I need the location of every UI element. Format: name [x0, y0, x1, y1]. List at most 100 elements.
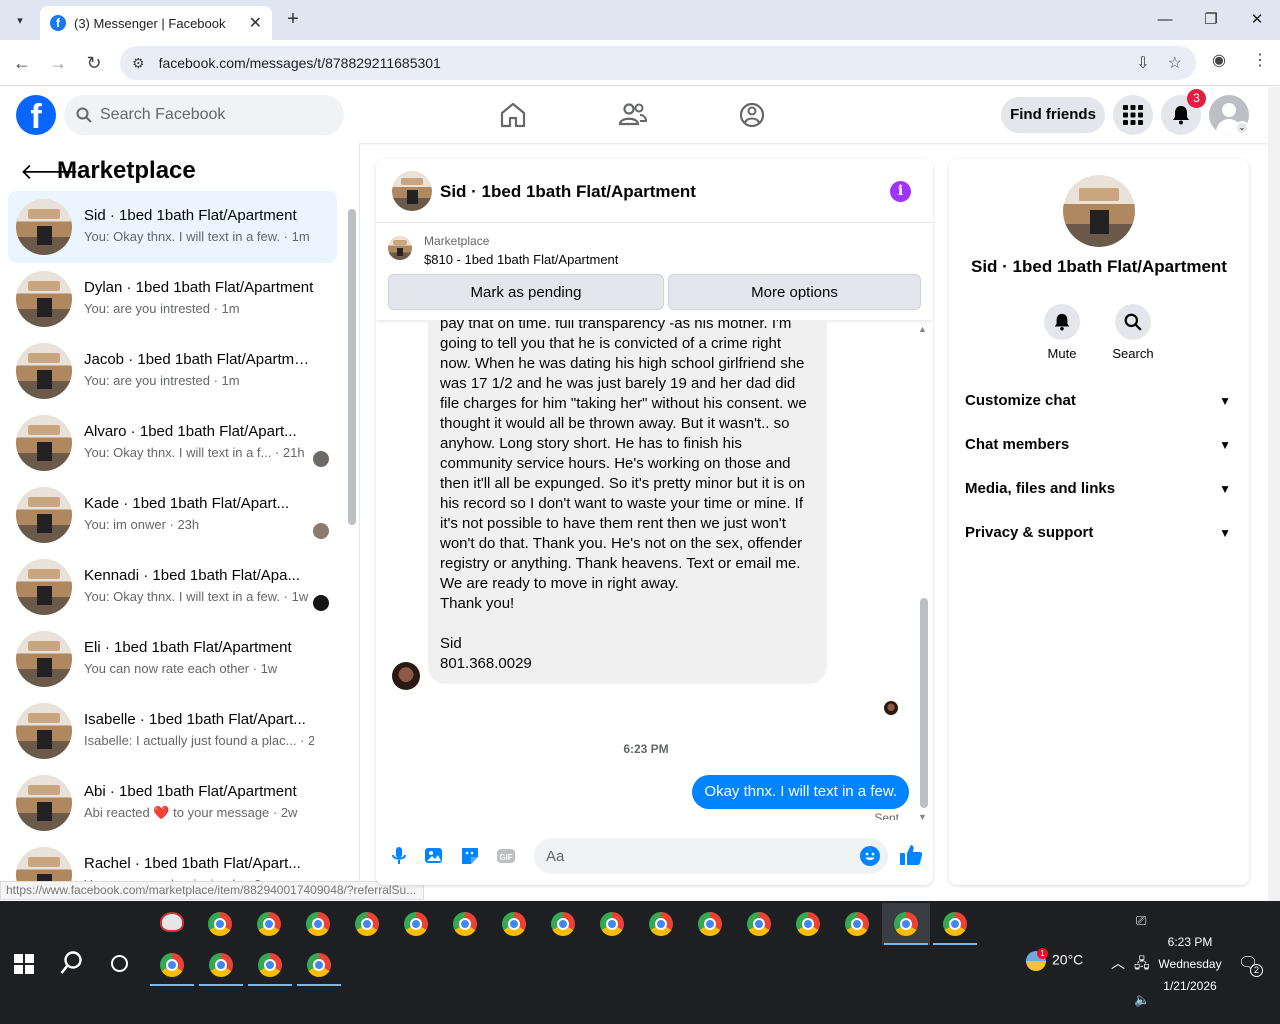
seen-avatar	[313, 451, 329, 467]
chrome-profile-taskbar-icon[interactable]	[392, 903, 440, 945]
chrome-profile-taskbar-icon[interactable]	[833, 903, 881, 945]
page-scrollbar[interactable]	[1268, 87, 1280, 901]
info-icon[interactable]: i	[890, 181, 911, 202]
back-icon[interactable]: ←	[9, 50, 35, 76]
scroll-up-icon[interactable]: ▲	[918, 324, 927, 334]
chrome-profile-taskbar-icon[interactable]	[686, 903, 734, 945]
windows-start-icon[interactable]	[14, 954, 34, 974]
facebook-logo-icon[interactable]: f	[16, 95, 56, 135]
restore-icon[interactable]: ❐	[1188, 6, 1234, 34]
cortana-icon[interactable]	[111, 955, 128, 972]
conversation-preview: Abi reacted ❤️ to your message · 2w	[84, 805, 298, 820]
chat-avatar[interactable]	[392, 171, 432, 211]
new-tab-icon[interactable]: +	[282, 8, 304, 30]
install-app-icon[interactable]: ⇩	[1136, 53, 1149, 73]
listing-title[interactable]: $810 - 1bed 1bath Flat/Apartment	[424, 252, 618, 267]
address-bar[interactable]: ⚙ facebook.com/messages/t/87882921168530…	[120, 46, 1196, 80]
home-icon[interactable]	[497, 99, 529, 131]
scroll-down-icon[interactable]: ▼	[918, 812, 927, 820]
bookmark-star-icon[interactable]: ☆	[1168, 53, 1182, 73]
search-icon[interactable]	[60, 950, 84, 976]
listing-thumbnail[interactable]	[388, 236, 412, 260]
chrome-profile-taskbar-icon[interactable]	[246, 944, 294, 986]
privacy-support-section[interactable]: Privacy & support ▼	[965, 513, 1237, 553]
tab-search-dropdown-icon[interactable]: ▾	[8, 8, 32, 32]
groups-icon[interactable]	[736, 99, 768, 131]
network-icon[interactable]: 🖧	[1134, 953, 1150, 977]
conversation-preview: You: Okay thnx. I will text in a few. · …	[84, 229, 310, 244]
tab-close-icon[interactable]: ✕	[249, 13, 262, 33]
message-input[interactable]	[534, 838, 888, 874]
volume-icon[interactable]: 🔈	[1134, 992, 1150, 1008]
chrome-profile-taskbar-icon[interactable]	[197, 944, 245, 986]
chrome-menu-icon[interactable]: ⋮	[1252, 50, 1268, 70]
thumbs-up-icon[interactable]	[898, 842, 924, 868]
facebook-search[interactable]	[64, 95, 344, 135]
windows-taskbar: ⎚ 20°C 1 ︿ 🖧 🔈 6:23 PM Wednesday 1/21/20…	[0, 901, 1280, 1024]
mute-button[interactable]: Mute	[1032, 304, 1092, 361]
sender-avatar[interactable]	[392, 662, 420, 690]
conversation-item-sid[interactable]: Sid · 1bed 1bath Flat/Apartment You: Oka…	[8, 191, 337, 263]
search-conversation-button[interactable]: Search	[1103, 304, 1163, 361]
customize-chat-section[interactable]: Customize chat ▼	[965, 381, 1237, 421]
conversation-item-alvaro[interactable]: Alvaro · 1bed 1bath Flat/Apart... You: O…	[8, 407, 337, 479]
tray-chevron-icon[interactable]: ︿	[1111, 953, 1125, 973]
gif-icon[interactable]: GIF	[495, 845, 517, 867]
chrome-profile-taskbar-icon[interactable]	[490, 903, 538, 945]
chrome-profile-taskbar-icon[interactable]	[637, 903, 685, 945]
conversation-item-isabelle[interactable]: Isabelle · 1bed 1bath Flat/Apart... Isab…	[8, 695, 337, 767]
media-files-links-section[interactable]: Media, files and links ▼	[965, 469, 1237, 509]
chrome-profile-taskbar-icon[interactable]	[245, 903, 293, 945]
browser-tab[interactable]: f (3) Messenger | Facebook ✕	[40, 6, 272, 40]
listing-thumbnail	[16, 631, 72, 687]
search-input[interactable]	[100, 106, 330, 124]
chat-scrollbar[interactable]	[920, 598, 928, 808]
chrome-profile-taskbar-icon[interactable]	[539, 903, 587, 945]
chat-members-section[interactable]: Chat members ▼	[965, 425, 1237, 465]
conversation-item-kade[interactable]: Kade · 1bed 1bath Flat/Apart... You: im …	[8, 479, 337, 551]
paint-app-icon[interactable]	[148, 903, 196, 945]
sticker-icon[interactable]	[459, 845, 481, 867]
chrome-profile-taskbar-icon[interactable]	[735, 903, 783, 945]
window-close-icon[interactable]: ✕	[1234, 6, 1280, 34]
chrome-profile-taskbar-icon[interactable]	[588, 903, 636, 945]
minimize-icon[interactable]: —	[1142, 6, 1188, 34]
section-label: Chat members	[965, 436, 1070, 453]
chrome-profile-taskbar-icon[interactable]	[931, 903, 979, 945]
profile-icon[interactable]: ◉	[1212, 50, 1226, 70]
conversation-item-jacob[interactable]: Jacob · 1bed 1bath Flat/Apartment You: a…	[8, 335, 337, 407]
chrome-profile-taskbar-icon[interactable]	[294, 903, 342, 945]
account-chevron-icon[interactable]: ⌄	[1235, 121, 1249, 135]
forward-icon[interactable]: →	[45, 50, 71, 76]
more-options-button[interactable]: More options	[668, 274, 921, 310]
weather-widget[interactable]: 20°C	[1026, 951, 1083, 971]
marketplace-label: Marketplace	[424, 234, 490, 248]
chrome-profile-taskbar-icon[interactable]	[343, 903, 391, 945]
listing-thumbnail	[16, 415, 72, 471]
chrome-taskbar-icon[interactable]	[196, 903, 244, 945]
meet-now-icon[interactable]: ⎚	[1136, 913, 1146, 929]
emoji-icon[interactable]	[860, 846, 880, 866]
mark-as-pending-button[interactable]: Mark as pending	[388, 274, 664, 310]
chrome-profile-taskbar-icon[interactable]	[148, 944, 196, 986]
chat-title[interactable]: Sid · 1bed 1bath Flat/Apartment	[440, 182, 696, 202]
chrome-profile-taskbar-icon[interactable]	[784, 903, 832, 945]
find-friends-button[interactable]: Find friends	[1001, 97, 1105, 133]
taskbar-clock[interactable]: 6:23 PM Wednesday 1/21/2026	[1150, 931, 1230, 997]
chrome-profile-taskbar-icon[interactable]	[441, 903, 489, 945]
reload-icon[interactable]: ↻	[81, 50, 107, 76]
weather-badge: 1	[1037, 948, 1048, 959]
menu-button[interactable]	[1113, 95, 1153, 135]
conversation-item-dylan[interactable]: Dylan · 1bed 1bath Flat/Apartment You: a…	[8, 263, 337, 335]
microphone-icon[interactable]	[388, 845, 410, 867]
site-info-icon[interactable]: ⚙	[132, 55, 145, 72]
conversation-item-abi[interactable]: Abi · 1bed 1bath Flat/Apartment Abi reac…	[8, 767, 337, 839]
chrome-profile-taskbar-icon[interactable]	[295, 944, 343, 986]
chrome-active-taskbar-icon[interactable]	[882, 903, 930, 945]
conversation-item-eli[interactable]: Eli · 1bed 1bath Flat/Apartment You can …	[8, 623, 337, 695]
url-text[interactable]: facebook.com/messages/t/878829211685301	[159, 55, 441, 71]
friends-icon[interactable]	[617, 99, 649, 131]
photo-icon[interactable]	[423, 845, 445, 867]
conversation-item-kennadi[interactable]: Kennadi · 1bed 1bath Flat/Apa... You: Ok…	[8, 551, 337, 623]
sidebar-scrollbar[interactable]	[348, 209, 356, 525]
